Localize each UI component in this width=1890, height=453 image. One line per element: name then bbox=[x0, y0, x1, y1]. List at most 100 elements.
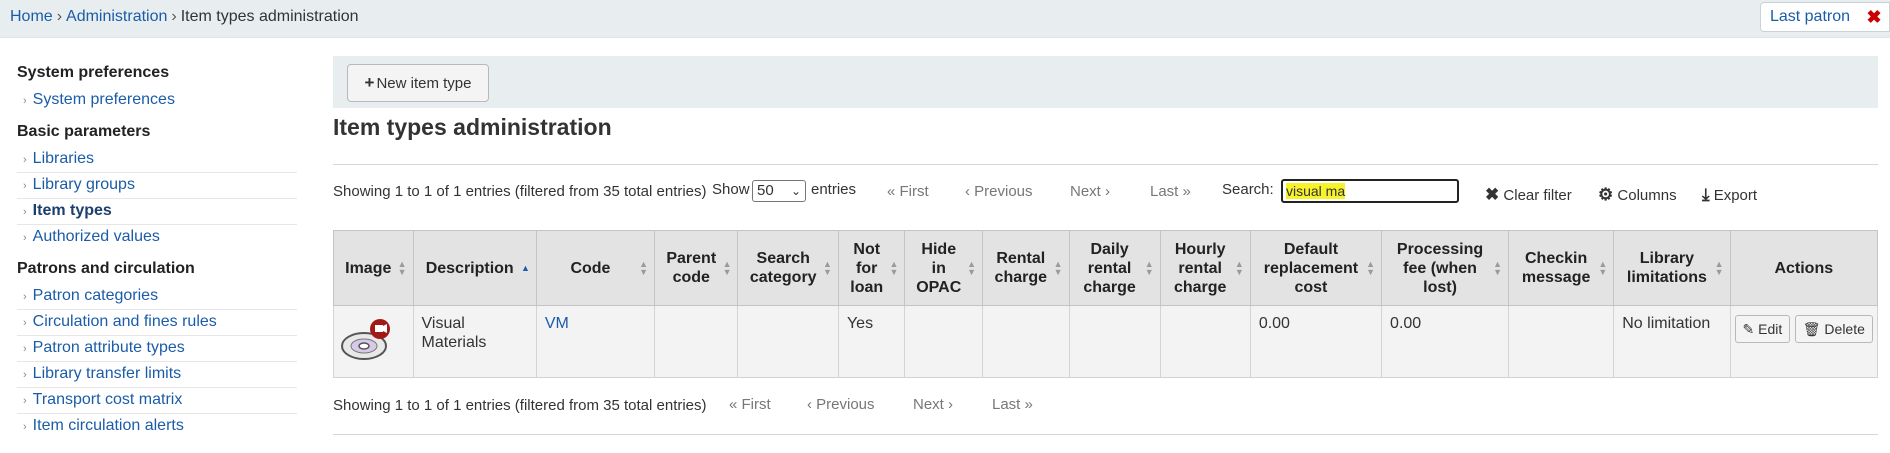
cell-code: VM bbox=[535, 305, 656, 378]
cell-replacement-cost: 0.00 bbox=[1249, 305, 1383, 378]
column-header-parent-code[interactable]: Parent code ▲ ▼ bbox=[653, 230, 739, 306]
pencil-icon: ✎ bbox=[1742, 321, 1755, 337]
sidebar-link[interactable]: Item circulation alerts bbox=[33, 417, 184, 434]
last-patron-button[interactable]: Last patron bbox=[1760, 2, 1860, 32]
chevron-right-icon: › bbox=[23, 395, 27, 407]
sidebar-link[interactable]: System preferences bbox=[33, 91, 175, 108]
pager-first[interactable]: « First bbox=[729, 396, 771, 413]
column-header-actions: Actions bbox=[1729, 230, 1879, 306]
pager-next[interactable]: Next › bbox=[1070, 183, 1110, 200]
chevron-right-icon: › bbox=[23, 232, 27, 244]
chevron-right-icon: › bbox=[23, 95, 27, 107]
table-header-row: Image ▲ ▼ Description ▲ Code ▲ ▼ Parent code ▲… bbox=[333, 230, 1879, 306]
column-header-label: Not for loan bbox=[850, 240, 884, 296]
sidebar-link[interactable]: Library transfer limits bbox=[33, 365, 181, 382]
sort-icon: ▲ ▼ bbox=[1144, 259, 1154, 277]
pager-first[interactable]: « First bbox=[887, 183, 929, 200]
sidebar-item-item-circulation-alerts[interactable]: › Item circulation alerts bbox=[17, 414, 297, 439]
page-length-select[interactable]: 50 ⌄ bbox=[752, 180, 806, 202]
item-type-code-link[interactable]: VM bbox=[545, 315, 569, 332]
cell-search-category bbox=[737, 305, 839, 378]
download-icon: ⤓ bbox=[1702, 185, 1710, 204]
sidebar-item-patron-categories[interactable]: › Patron categories bbox=[17, 284, 297, 310]
sidebar-link[interactable]: Libraries bbox=[33, 150, 94, 167]
sidebar-item-authorized-values[interactable]: › Authorized values bbox=[17, 225, 297, 250]
pager-last[interactable]: Last » bbox=[1150, 183, 1191, 200]
column-header-hide-in-opac[interactable]: Hide in OPAC ▲ ▼ bbox=[904, 230, 984, 306]
close-icon[interactable]: ✖ bbox=[1859, 2, 1890, 32]
column-header-label: Checkin message bbox=[1521, 250, 1591, 286]
sidebar-link[interactable]: Patron attribute types bbox=[33, 339, 185, 356]
sidebar-link[interactable]: Library groups bbox=[33, 176, 135, 193]
sort-icon: ▲ ▼ bbox=[1598, 259, 1608, 277]
toolbar: + New item type bbox=[333, 56, 1878, 108]
column-header-not-for-loan[interactable]: Not for loan ▲ ▼ bbox=[837, 230, 906, 306]
column-header-image[interactable]: Image ▲ ▼ bbox=[333, 230, 414, 306]
dvd-icon bbox=[340, 316, 392, 362]
new-item-type-button[interactable]: + New item type bbox=[347, 64, 489, 102]
close-icon: ✖ bbox=[1485, 185, 1500, 204]
sort-icon: ▲ ▼ bbox=[639, 259, 648, 277]
sidebar-heading-patrons-circulation: Patrons and circulation bbox=[17, 260, 195, 277]
sort-icon: ▲ ▼ bbox=[1234, 259, 1244, 277]
delete-button[interactable]: 🗑 Delete bbox=[1794, 315, 1873, 343]
column-header-label: Hide in OPAC bbox=[916, 240, 962, 296]
sidebar-link[interactable]: Circulation and fines rules bbox=[33, 313, 217, 330]
sidebar-item-system-preferences[interactable]: › System preferences bbox=[17, 88, 297, 113]
plus-icon: + bbox=[364, 73, 375, 92]
column-header-code[interactable]: Code ▲ ▼ bbox=[535, 230, 656, 306]
column-header-rental-charge[interactable]: Rental charge ▲ ▼ bbox=[982, 230, 1070, 306]
column-header-processing-fee[interactable]: Processing fee (when lost) ▲ ▼ bbox=[1381, 230, 1509, 306]
breadcrumb-separator: › bbox=[56, 8, 63, 25]
column-header-description[interactable]: Description ▲ bbox=[412, 230, 537, 306]
breadcrumb-administration-link[interactable]: Administration bbox=[66, 8, 167, 25]
sidebar-item-library-transfer-limits[interactable]: › Library transfer limits bbox=[17, 362, 297, 388]
column-header-checkin-message[interactable]: Checkin message ▲ ▼ bbox=[1507, 230, 1615, 306]
column-header-label: Image bbox=[345, 259, 392, 277]
column-header-hourly-rental-charge[interactable]: Hourly rental charge ▲ ▼ bbox=[1159, 230, 1251, 306]
clear-filter-label: Clear filter bbox=[1503, 187, 1572, 204]
column-header-daily-rental-charge[interactable]: Daily rental charge ▲ ▼ bbox=[1068, 230, 1161, 306]
column-header-library-limitations[interactable]: Library limitations ▲ ▼ bbox=[1613, 230, 1731, 306]
chevron-right-icon: › bbox=[23, 291, 27, 303]
sidebar-item-transport-cost-matrix[interactable]: › Transport cost matrix bbox=[17, 388, 297, 414]
sidebar-link[interactable]: Item types bbox=[33, 202, 112, 219]
search-input[interactable]: visual ma bbox=[1281, 179, 1459, 203]
sidebar-item-library-groups[interactable]: › Library groups bbox=[17, 173, 297, 199]
edit-button[interactable]: ✎ Edit bbox=[1734, 315, 1791, 343]
cell-actions: ✎ Edit 🗑 Delete bbox=[1729, 305, 1879, 378]
pager-previous[interactable]: ‹ Previous bbox=[807, 396, 875, 413]
sidebar-link[interactable]: Patron categories bbox=[33, 287, 158, 304]
export-button[interactable]: ⤓ Export bbox=[1702, 185, 1757, 205]
breadcrumb-home-link[interactable]: Home bbox=[10, 8, 53, 25]
admin-sidebar: System preferences › System preferences B… bbox=[17, 60, 297, 439]
sidebar-link[interactable]: Authorized values bbox=[33, 228, 160, 245]
column-header-search-category[interactable]: Search category ▲ ▼ bbox=[737, 230, 839, 306]
sort-icon: ▲ ▼ bbox=[967, 259, 977, 277]
chevron-down-icon: ⌄ bbox=[790, 184, 801, 198]
sidebar-link[interactable]: Transport cost matrix bbox=[33, 391, 183, 408]
chevron-right-icon: › bbox=[23, 180, 27, 192]
sort-icon: ▲ ▼ bbox=[889, 259, 899, 277]
delete-label: Delete bbox=[1824, 321, 1865, 337]
trash-icon: 🗑 bbox=[1802, 321, 1821, 337]
sidebar-item-libraries[interactable]: › Libraries bbox=[17, 147, 297, 173]
pager-previous[interactable]: ‹ Previous bbox=[965, 183, 1033, 200]
sidebar-item-item-types[interactable]: › Item types bbox=[17, 199, 297, 225]
cell-hide-in-opac bbox=[904, 305, 984, 378]
columns-button[interactable]: ⚙ Columns bbox=[1598, 185, 1677, 205]
pager-next[interactable]: Next › bbox=[913, 396, 953, 413]
column-header-replacement-cost[interactable]: Default replacement cost ▲ ▼ bbox=[1249, 230, 1383, 306]
sort-icon: ▲ ▼ bbox=[1714, 259, 1724, 277]
search-input-value: visual ma bbox=[1286, 183, 1346, 199]
pager-last[interactable]: Last » bbox=[992, 396, 1033, 413]
show-label: Show bbox=[712, 181, 750, 198]
cell-not-for-loan: Yes bbox=[837, 305, 906, 378]
clear-filter-button[interactable]: ✖ Clear filter bbox=[1485, 185, 1572, 205]
edit-label: Edit bbox=[1758, 321, 1783, 337]
sidebar-item-patron-attribute-types[interactable]: › Patron attribute types bbox=[17, 336, 297, 362]
cell-image bbox=[333, 305, 414, 378]
breadcrumb-current: Item types administration bbox=[180, 8, 359, 25]
columns-label: Columns bbox=[1617, 187, 1677, 204]
sidebar-item-circulation-rules[interactable]: › Circulation and fines rules bbox=[17, 310, 297, 336]
